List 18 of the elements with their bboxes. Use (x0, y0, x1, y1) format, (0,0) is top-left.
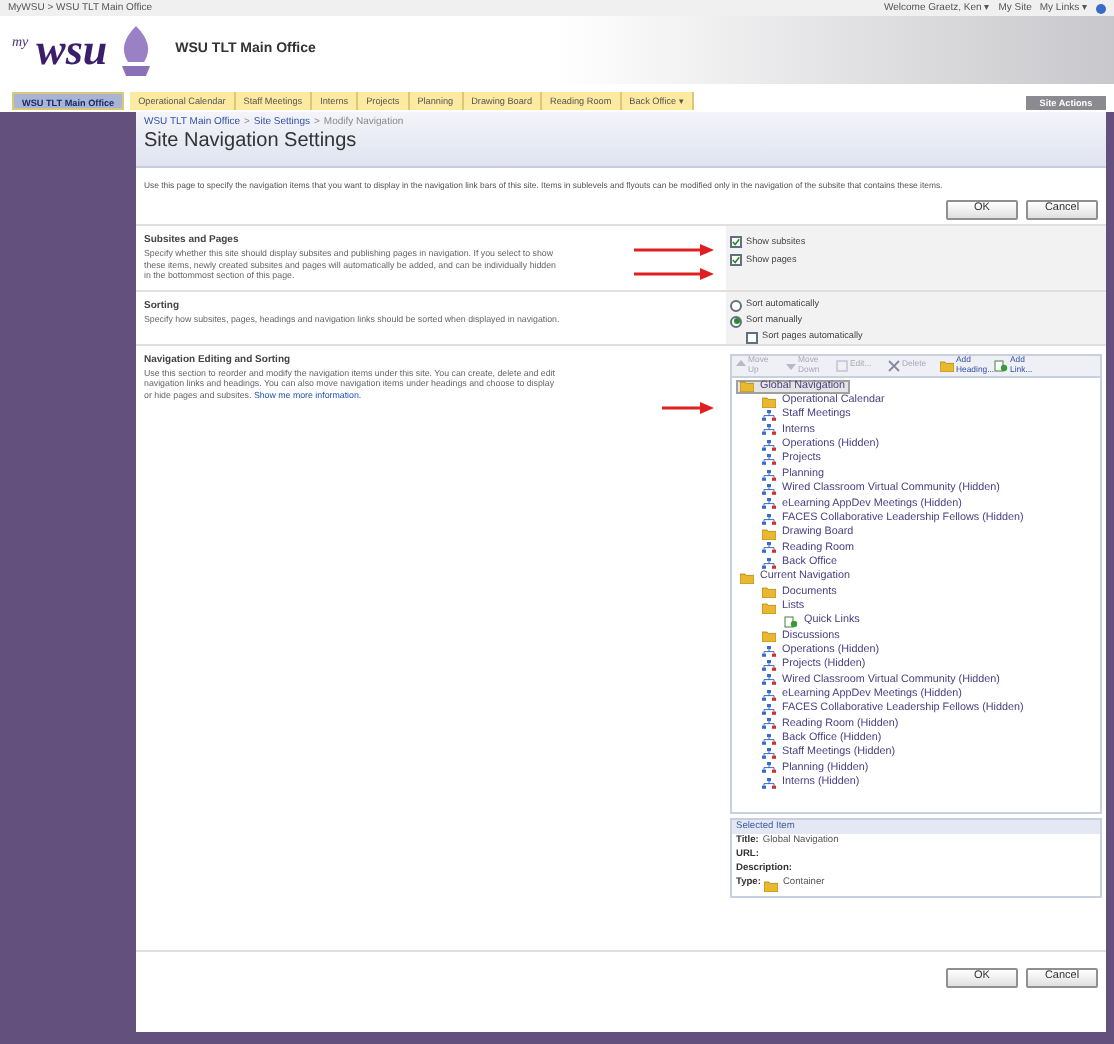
edit-icon (836, 359, 848, 372)
folder-icon (762, 527, 776, 540)
folder-icon (940, 359, 954, 372)
folder-icon (762, 630, 776, 643)
logo-text: wsu (36, 28, 108, 72)
folder-icon (764, 879, 779, 892)
up-arrow-icon (736, 360, 746, 371)
down-arrow-icon (786, 360, 796, 371)
checkbox[interactable] (746, 331, 758, 344)
radio-button[interactable] (730, 299, 742, 312)
link-page-icon (784, 615, 798, 628)
checkbox[interactable] (730, 254, 742, 266)
link-page-icon (994, 359, 1008, 372)
page-title: Site Navigation Settings (144, 130, 359, 154)
radio-button[interactable] (730, 315, 742, 328)
checkbox[interactable] (730, 236, 742, 248)
delete-icon (888, 359, 900, 372)
help-icon[interactable] (1096, 3, 1106, 13)
